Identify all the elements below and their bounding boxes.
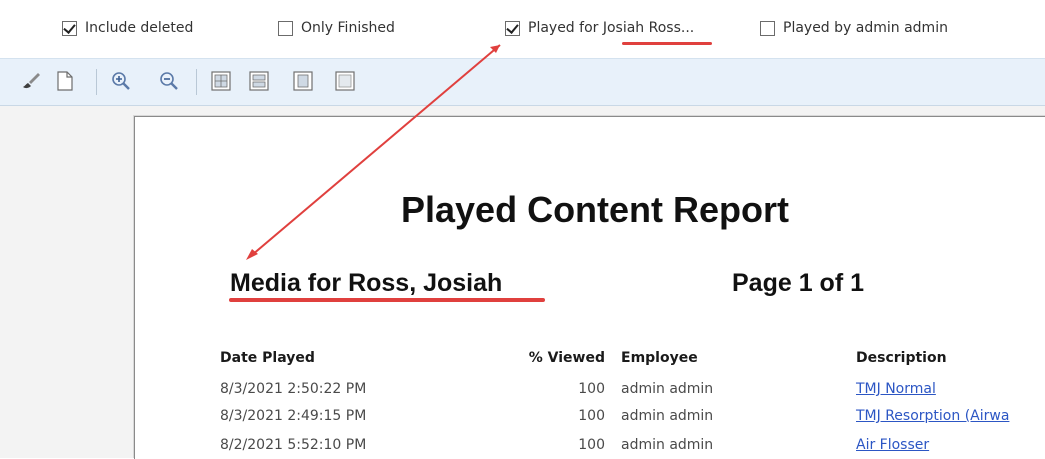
cell-employee: admin admin <box>621 408 714 424</box>
checkbox-checked-icon[interactable] <box>62 20 77 36</box>
two-page-icon[interactable] <box>248 70 270 92</box>
played-for-label: Played for Josiah Ross... <box>528 20 695 36</box>
column-header-employee: Employee <box>621 350 698 366</box>
cell-date: 8/2/2021 5:52:10 PM <box>220 437 367 453</box>
page-icon[interactable] <box>54 70 76 92</box>
paint-brush-icon[interactable] <box>20 70 42 92</box>
page-width-icon[interactable] <box>292 70 314 92</box>
checkbox-unchecked-icon[interactable] <box>760 20 775 36</box>
only-finished-label: Only Finished <box>301 20 395 36</box>
annotation-underline-name <box>622 42 712 45</box>
report-toolbar <box>0 58 1045 106</box>
cell-date: 8/3/2021 2:49:15 PM <box>220 408 367 424</box>
page-number: Page 1 of 1 <box>732 269 864 297</box>
report-title: Played Content Report <box>401 189 790 230</box>
column-header-description: Description <box>856 350 947 366</box>
filter-bar: Include deleted Only Finished Played for… <box>0 0 1045 58</box>
include-deleted-checkbox[interactable]: Include deleted <box>62 18 193 38</box>
zoom-in-icon[interactable] <box>110 70 132 92</box>
whole-page-icon[interactable] <box>334 70 356 92</box>
checkbox-unchecked-icon[interactable] <box>278 20 293 36</box>
cell-viewed: 100 <box>578 381 605 397</box>
toolbar-separator <box>96 69 97 95</box>
played-by-label: Played by admin admin <box>783 20 948 36</box>
cell-description-link[interactable]: Air Flosser <box>856 437 929 453</box>
column-header-date: Date Played <box>220 350 315 366</box>
report-viewer[interactable]: Played Content Report Media for Ross, Jo… <box>0 106 1045 459</box>
cell-viewed: 100 <box>578 437 605 453</box>
one-page-icon[interactable] <box>210 70 232 92</box>
played-for-checkbox[interactable]: Played for Josiah Ross... <box>505 18 694 38</box>
played-by-checkbox[interactable]: Played by admin admin <box>760 18 948 38</box>
report-page: Played Content Report Media for Ross, Jo… <box>134 116 1045 459</box>
cell-employee: admin admin <box>621 437 714 453</box>
cell-description-link[interactable]: TMJ Normal <box>856 381 936 397</box>
only-finished-checkbox[interactable]: Only Finished <box>278 18 395 38</box>
cell-date: 8/3/2021 2:50:22 PM <box>220 381 367 397</box>
report-subtitle: Media for Ross, Josiah <box>230 269 503 297</box>
zoom-out-icon[interactable] <box>158 70 180 92</box>
checkbox-checked-icon[interactable] <box>505 20 520 36</box>
cell-description-link[interactable]: TMJ Resorption (Airwa <box>856 408 1009 424</box>
cell-employee: admin admin <box>621 381 714 397</box>
column-header-viewed: % Viewed <box>528 350 605 366</box>
cell-viewed: 100 <box>578 408 605 424</box>
toolbar-separator <box>196 69 197 95</box>
include-deleted-label: Include deleted <box>85 20 194 36</box>
